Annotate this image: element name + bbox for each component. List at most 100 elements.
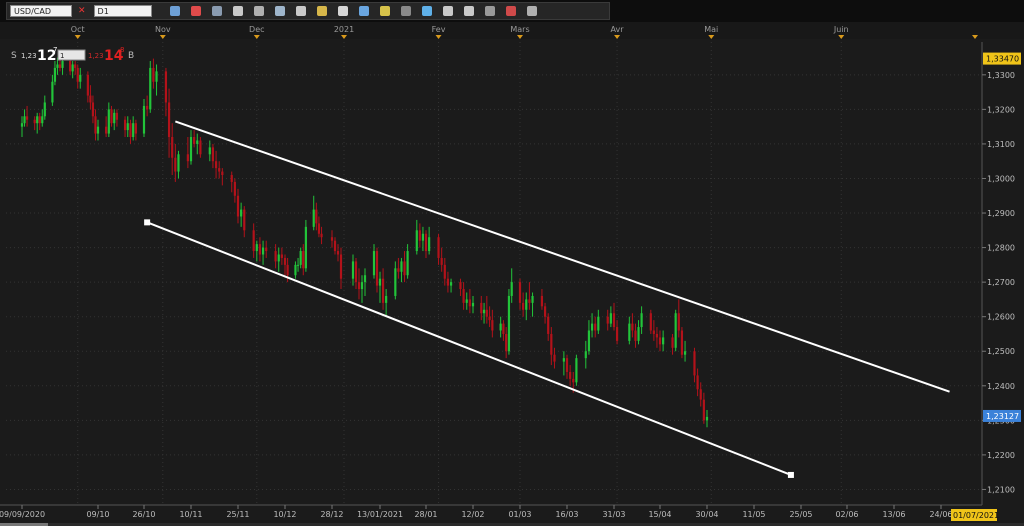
date-tick-label: 11/05	[742, 510, 765, 519]
bid-icon[interactable]	[169, 6, 180, 16]
candle-bear	[91, 102, 95, 117]
candle-bear	[491, 320, 494, 331]
candle-bear	[110, 109, 113, 124]
zoom-in-icon[interactable]	[253, 6, 264, 16]
price-tick-label: 1,3000	[987, 174, 1015, 183]
candle-bear	[221, 171, 224, 176]
symbol-select[interactable]: USD/CAD	[10, 5, 72, 17]
price-tick-label: 1,2400	[987, 382, 1015, 391]
globe-icon[interactable]	[379, 6, 390, 16]
candle-bear	[129, 123, 132, 138]
candle-bear	[696, 375, 699, 390]
candle-bull	[363, 275, 367, 283]
candle-bear	[518, 282, 522, 303]
candle-bull	[421, 233, 425, 241]
candle-bear	[437, 237, 440, 258]
print-icon[interactable]	[526, 6, 537, 16]
candle-bear	[89, 95, 92, 103]
candle-bear	[134, 123, 137, 134]
candle-bear	[631, 323, 634, 331]
candle-bear	[680, 330, 684, 355]
candle-bear	[171, 137, 174, 158]
candle-bull	[41, 116, 44, 124]
candle-bear	[164, 71, 168, 103]
date-tick-label: 09/10	[86, 510, 109, 519]
candle-bear	[333, 240, 337, 252]
candle-bear	[615, 327, 619, 341]
price-tick-label: 1,3200	[987, 105, 1015, 114]
ask-icon[interactable]	[190, 6, 201, 16]
candle-bear	[58, 64, 62, 68]
candle-bull	[428, 237, 431, 252]
candle-bull	[400, 261, 403, 272]
candle-bull	[255, 244, 258, 252]
date-tick-label: 02/06	[835, 510, 858, 519]
candle-bear	[152, 67, 155, 82]
candle-bear	[280, 254, 283, 258]
candle-bear	[252, 230, 255, 252]
point-icon[interactable]	[316, 6, 327, 16]
date-tick-label: 13/01/2021	[357, 510, 403, 519]
candle-bear	[446, 278, 450, 286]
candle-bull	[499, 323, 502, 331]
candle-bull	[415, 230, 418, 252]
candle-bear	[357, 282, 361, 290]
close-icon[interactable]: ✕	[78, 6, 86, 16]
pencil-icon[interactable]	[400, 6, 411, 16]
date-tick-label: 31/03	[602, 510, 625, 519]
price-tick-label: 1,2800	[987, 244, 1015, 253]
candle-bear	[230, 175, 233, 182]
eye-icon[interactable]	[358, 6, 369, 16]
price-tick-label: 1,2100	[987, 485, 1015, 494]
candle-bull	[575, 358, 578, 383]
candle-bull	[584, 351, 587, 359]
indicator-icon[interactable]	[442, 6, 453, 16]
cursor-icon[interactable]	[211, 6, 222, 16]
candle-bull	[142, 105, 146, 134]
candle-bear	[375, 251, 379, 286]
candle-bear	[186, 154, 189, 162]
candle-bull	[56, 64, 59, 68]
price-tick-label: 1,3300	[987, 71, 1015, 80]
candle-bear	[283, 257, 287, 265]
candle-bear	[123, 119, 127, 131]
text-icon[interactable]	[337, 6, 348, 16]
zoom-out-icon[interactable]	[274, 6, 285, 16]
alert-icon[interactable]	[505, 6, 516, 16]
date-tick-label: 24/06	[929, 510, 952, 519]
price-tick-label: 1,2700	[987, 278, 1015, 287]
date-tick-label: 10/12	[273, 510, 296, 519]
month-label: Oct	[71, 25, 85, 34]
timeframe-select[interactable]: D1	[93, 5, 152, 17]
candle-bear	[462, 289, 465, 303]
candle-bear	[174, 157, 177, 172]
candle-bull	[51, 81, 54, 103]
candle-bull	[531, 295, 534, 303]
candle-bear	[320, 233, 323, 238]
candle-bear	[480, 302, 483, 314]
properties-icon[interactable]	[463, 6, 474, 16]
template-icon[interactable]	[484, 6, 495, 16]
candle-bear	[286, 264, 289, 276]
price-chart[interactable]: Oct Nov Dec 2021 Fev Mars Avr Mai Juin 1,3300 1,32…	[0, 22, 1024, 526]
buy-price-sup: 8	[120, 46, 124, 54]
candle-bear	[565, 358, 569, 372]
month-label: Fev	[432, 25, 446, 34]
date-tick-label: 26/10	[132, 510, 155, 519]
crosshair-icon[interactable]	[232, 6, 243, 16]
candle-bear	[243, 209, 246, 231]
pan-icon[interactable]	[295, 6, 306, 16]
chart-icon[interactable]	[421, 6, 432, 16]
candle-bull	[705, 416, 709, 421]
month-label: Dec	[249, 25, 264, 34]
candle-bull	[360, 282, 364, 290]
price-tick-label: 1,2600	[987, 313, 1015, 322]
candle-bull	[261, 247, 265, 255]
candle-bear	[649, 313, 652, 331]
candle-bear	[33, 119, 36, 124]
candle-bull	[525, 299, 528, 310]
candle-bull	[53, 67, 57, 82]
candle-bear	[86, 74, 89, 96]
candle-bear	[634, 330, 637, 341]
candle-bull	[294, 264, 297, 276]
